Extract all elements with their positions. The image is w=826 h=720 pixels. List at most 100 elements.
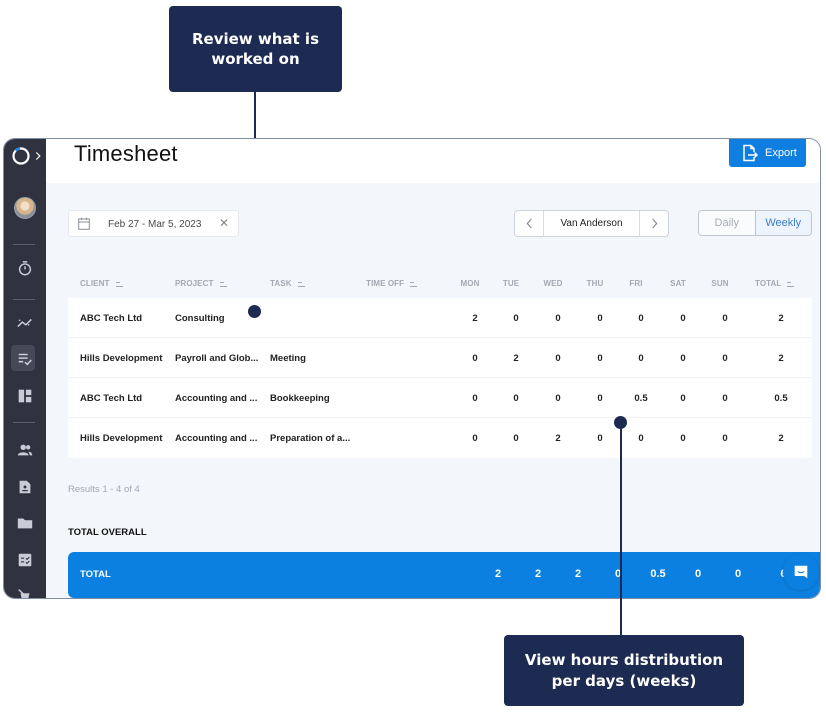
table-row[interactable]: Hills Development Payroll and Glob... Me… <box>68 338 812 378</box>
cell-wed: 2 <box>555 433 561 444</box>
contact-file-icon <box>19 480 31 494</box>
sidebar <box>4 139 46 598</box>
logo[interactable] <box>4 145 46 167</box>
column-label: PROJECT <box>175 279 214 288</box>
sort-icon[interactable] <box>787 279 795 288</box>
sidebar-divider <box>13 244 35 245</box>
callout-text: Review what is worked on <box>191 29 320 68</box>
cell-project: Accounting and ... <box>175 393 258 404</box>
sidebar-item-clients[interactable] <box>4 477 46 497</box>
column-client[interactable]: CLIENT <box>80 279 123 288</box>
cell-sat: 0 <box>680 433 686 444</box>
cell-mon: 0 <box>472 433 478 444</box>
view-daily-button[interactable]: Daily <box>699 211 755 235</box>
cell-client: Hills Development <box>80 433 163 444</box>
cell-sun: 0 <box>722 393 728 404</box>
total-sat: 0 <box>694 568 702 580</box>
column-label: TIME OFF <box>366 279 405 288</box>
sidebar-item-tasks[interactable] <box>4 550 46 570</box>
cell-tue: 0 <box>513 433 519 444</box>
cell-task: Bookkeeping <box>270 393 330 404</box>
callout-text: View hours distribution per days (weeks) <box>524 651 724 690</box>
total-tue: 2 <box>534 568 542 580</box>
table-row[interactable]: ABC Tech Ltd Accounting and ... Bookkeep… <box>68 378 812 418</box>
cell-mon: 2 <box>472 313 478 324</box>
column-label: TOTAL <box>755 279 782 288</box>
cell-mon: 0 <box>472 393 478 404</box>
calendar-icon <box>78 217 90 230</box>
cell-fri: 0 <box>638 353 644 364</box>
sidebar-item-timer[interactable] <box>4 258 46 278</box>
total-sun: 0 <box>734 568 742 580</box>
main-content: Feb 27 - Mar 5, 2023 ✕ Van Anderson Dail… <box>46 183 820 598</box>
stopwatch-icon <box>18 261 32 276</box>
cell-sun: 0 <box>722 433 728 444</box>
cell-task: Meeting <box>270 353 306 364</box>
clear-date-icon[interactable]: ✕ <box>219 216 229 230</box>
sidebar-item-timesheet[interactable] <box>4 349 46 369</box>
column-total[interactable]: TOTAL <box>755 279 795 288</box>
column-project[interactable]: PROJECT <box>175 279 227 288</box>
table-row[interactable]: ABC Tech Ltd Consulting 2 0 0 0 0 0 0 2 <box>68 298 812 338</box>
sort-icon[interactable] <box>115 279 123 288</box>
time-off-icon <box>18 589 30 598</box>
export-file-icon <box>743 144 759 162</box>
selected-user[interactable]: Van Anderson <box>544 211 639 236</box>
cell-fri: 0 <box>638 433 644 444</box>
total-overall-heading: TOTAL OVERALL <box>68 527 147 538</box>
date-range-picker[interactable]: Feb 27 - Mar 5, 2023 ✕ <box>68 210 239 237</box>
page-header: Timesheet Export <box>46 139 820 183</box>
previous-user-button[interactable] <box>515 211 544 236</box>
column-task[interactable]: TASK <box>270 279 305 288</box>
cell-client: ABC Tech Ltd <box>80 313 143 324</box>
chat-support-button[interactable] <box>783 554 819 590</box>
total-thu: 0 <box>614 568 622 580</box>
column-tue: TUE <box>502 279 520 288</box>
checklist-icon <box>18 553 32 567</box>
cell-project: Consulting <box>175 313 225 324</box>
cell-tue: 0 <box>513 393 519 404</box>
cell-task: Preparation of a... <box>270 433 351 444</box>
people-icon <box>17 444 33 456</box>
view-toggle: Daily Weekly <box>698 210 812 236</box>
cell-wed: 0 <box>555 393 561 404</box>
cell-sat: 0 <box>680 393 686 404</box>
sort-icon[interactable] <box>219 279 227 288</box>
cell-project: Payroll and Glob... <box>175 353 259 364</box>
cell-fri: 0 <box>638 313 644 324</box>
callout-hours-distribution: View hours distribution per days (weeks) <box>504 635 744 706</box>
chat-icon <box>794 565 808 579</box>
chevron-right-icon[interactable] <box>35 151 42 161</box>
column-time-off[interactable]: TIME OFF <box>366 279 418 288</box>
sidebar-item-profile[interactable] <box>4 196 46 220</box>
cell-wed: 0 <box>555 353 561 364</box>
cell-total: 2 <box>778 353 784 364</box>
column-fri: FRI <box>629 279 643 288</box>
sidebar-item-reports[interactable] <box>4 313 46 333</box>
export-button[interactable]: Export <box>729 139 806 167</box>
callout-connector <box>620 425 622 635</box>
sidebar-divider <box>13 422 35 423</box>
page-title: Timesheet <box>74 141 178 166</box>
sidebar-item-team[interactable] <box>4 440 46 460</box>
table-row[interactable]: Hills Development Accounting and ... Pre… <box>68 418 812 458</box>
column-wed: WED <box>543 279 563 288</box>
date-range-value: Feb 27 - Mar 5, 2023 <box>108 219 202 230</box>
sidebar-divider <box>13 299 35 300</box>
next-user-button[interactable] <box>639 211 668 236</box>
cell-fri: 0.5 <box>634 393 648 404</box>
cell-mon: 0 <box>472 353 478 364</box>
column-thu: THU <box>586 279 604 288</box>
column-mon: MON <box>460 279 480 288</box>
sidebar-item-time-off[interactable] <box>4 585 46 598</box>
cell-tue: 2 <box>513 353 519 364</box>
cell-sat: 0 <box>680 353 686 364</box>
view-weekly-button[interactable]: Weekly <box>754 211 811 235</box>
sidebar-item-projects[interactable] <box>4 513 46 533</box>
sidebar-item-dashboard[interactable] <box>4 386 46 406</box>
list-check-icon <box>18 353 32 366</box>
sort-icon[interactable] <box>297 279 305 288</box>
sort-icon[interactable] <box>410 279 418 288</box>
chevron-left-icon <box>526 218 532 229</box>
cell-total: 2 <box>778 433 784 444</box>
